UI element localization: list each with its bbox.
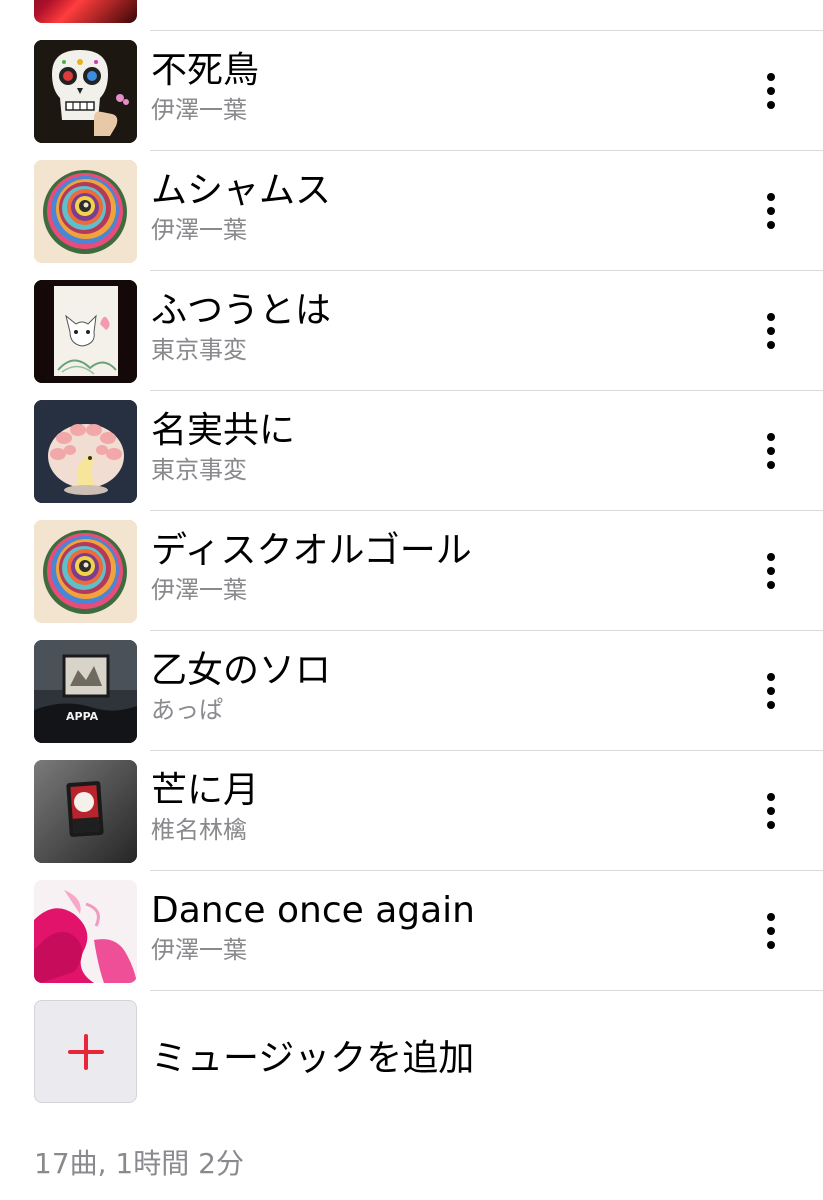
track-artist: 伊澤一葉: [151, 936, 247, 964]
playlist-screen: 不死鳥 伊澤一葉 ムシャムス 伊澤一葉 ふつうとは 東京事変 名実共に 東京事変…: [0, 0, 823, 1200]
track-title: ふつうとは: [151, 290, 332, 331]
track-title: 不死鳥: [151, 50, 260, 91]
track-row[interactable]: ムシャムス 伊澤一葉: [0, 151, 823, 271]
peacock-artwork-icon: [34, 400, 137, 503]
track-title: 乙女のソロ: [151, 650, 332, 691]
dance-artwork-icon: [34, 880, 137, 983]
more-options-icon[interactable]: [751, 429, 791, 473]
plus-icon: [67, 1033, 104, 1070]
spiral-artwork-icon: [34, 160, 137, 263]
track-row-partial[interactable]: [0, 0, 823, 31]
track-title: ムシャムス: [151, 170, 332, 211]
more-options-icon[interactable]: [751, 669, 791, 713]
track-artist: 椎名林檎: [151, 816, 247, 844]
appa-artwork-icon: APPA: [34, 640, 137, 743]
track-artist: 東京事変: [151, 456, 247, 484]
skull-artwork-icon: [34, 40, 137, 143]
track-row[interactable]: 芒に月 椎名林檎: [0, 751, 823, 871]
more-options-icon[interactable]: [751, 69, 791, 113]
track-row[interactable]: ふつうとは 東京事変: [0, 271, 823, 391]
track-title: ディスクオルゴール: [151, 530, 472, 571]
track-row[interactable]: 不死鳥 伊澤一葉: [0, 31, 823, 151]
playlist-summary: 17曲, 1時間 2分: [34, 1147, 244, 1180]
track-title: 芒に月: [151, 770, 260, 811]
add-music-row[interactable]: ミュージックを追加: [0, 991, 823, 1111]
hanafuda-artwork-icon: [34, 760, 137, 863]
spiral-artwork-icon: [34, 520, 137, 623]
more-options-icon[interactable]: [751, 549, 791, 593]
track-title: Dance once again: [151, 890, 475, 931]
album-artwork: [34, 0, 137, 23]
svg-text:APPA: APPA: [66, 710, 99, 723]
track-artist: あっぱ: [151, 696, 223, 724]
track-artist: 伊澤一葉: [151, 96, 247, 124]
cat-artwork-icon: [34, 280, 137, 383]
track-list: 不死鳥 伊澤一葉 ムシャムス 伊澤一葉 ふつうとは 東京事変 名実共に 東京事変…: [0, 31, 823, 1111]
add-music-button[interactable]: [34, 1000, 137, 1103]
track-artist: 東京事変: [151, 336, 247, 364]
more-options-icon[interactable]: [751, 309, 791, 353]
more-options-icon[interactable]: [751, 189, 791, 233]
track-title: 名実共に: [151, 410, 296, 451]
track-row[interactable]: ディスクオルゴール 伊澤一葉: [0, 511, 823, 631]
more-options-icon[interactable]: [751, 909, 791, 953]
track-row[interactable]: 名実共に 東京事変: [0, 391, 823, 511]
track-artist: 伊澤一葉: [151, 216, 247, 244]
more-options-icon[interactable]: [751, 789, 791, 833]
track-row[interactable]: Dance once again 伊澤一葉: [0, 871, 823, 991]
track-row[interactable]: APPA 乙女のソロ あっぱ: [0, 631, 823, 751]
track-artist: 伊澤一葉: [151, 576, 247, 604]
add-music-label[interactable]: ミュージックを追加: [151, 1029, 474, 1081]
